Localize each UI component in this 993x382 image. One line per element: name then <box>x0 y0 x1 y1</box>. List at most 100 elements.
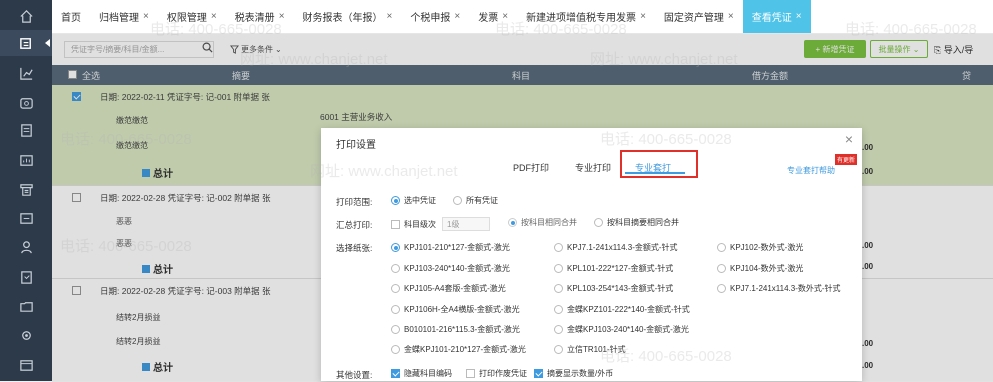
other-settings-label: 其他设置: <box>336 370 373 380</box>
paper-option[interactable]: KPL103-254*143-金额式-针式 <box>554 283 673 294</box>
paper-option[interactable]: KPJ101-210*127-金额式-激光 <box>391 242 510 253</box>
print-void-checkbox[interactable]: 打印作废凭证 <box>466 368 527 379</box>
sidebar-item-invoice[interactable] <box>0 205 52 231</box>
sidebar-item-print[interactable] <box>0 176 52 202</box>
sidebar-item-voucher[interactable] <box>0 30 52 56</box>
option-label: B010101-216*115.3-金额式-激光 <box>404 325 520 334</box>
tab-close-icon[interactable]: × <box>143 11 149 22</box>
tab-close-icon[interactable]: × <box>640 11 646 22</box>
sidebar-item-wallet[interactable] <box>0 89 52 115</box>
sidebar-item-document[interactable] <box>0 264 52 290</box>
home-icon <box>19 9 33 23</box>
tab-fixed-assets[interactable]: 固定资产管理 × <box>655 0 743 33</box>
range-label: 打印范围: <box>336 197 373 207</box>
tab-label: 财务报表（年报） <box>302 13 383 24</box>
option-label: KPJ103-240*140-金额式-激光 <box>404 264 510 273</box>
sidebar-item-ledger[interactable] <box>0 117 52 143</box>
tab-home[interactable]: 首页 <box>52 0 90 33</box>
checkbox-icon <box>466 369 475 378</box>
dialog-title: 打印设置 <box>336 140 376 151</box>
paper-option[interactable]: KPJ7.1-241x114.3-数外式-针式 <box>717 283 841 294</box>
tab-archive[interactable]: 归档管理 × <box>90 0 158 33</box>
sidebar-item-settings[interactable] <box>0 322 52 348</box>
paper-option[interactable]: KPL101-222*127-金额式-针式 <box>554 263 673 274</box>
option-label: 隐藏科目编码 <box>404 369 452 378</box>
wallet-icon <box>19 97 33 109</box>
paper-option[interactable]: KPJ106H-全A4横版-金额式-激光 <box>391 304 520 315</box>
tab-pro-print[interactable]: 专业打印 <box>575 161 611 174</box>
gear-icon <box>21 330 31 340</box>
tab-label: 个税申报 <box>410 13 451 24</box>
radio-icon <box>554 325 563 334</box>
tab-view-voucher[interactable]: 查看凭证 × <box>742 0 811 33</box>
paper-option[interactable]: 金蝶KPJ103-240*140-金额式-激光 <box>554 324 689 335</box>
sidebar-item-chart[interactable] <box>0 60 52 86</box>
option-label: KPJ104-数外式-激光 <box>730 264 804 273</box>
sidebar-item-box[interactable] <box>0 352 52 378</box>
option-label: 金蝶KPJ101-210*127-金额式-激光 <box>404 345 526 354</box>
paper-option[interactable]: 立信TR101-针式 <box>554 344 626 355</box>
radio-merge-subject[interactable]: 按科目相同合并 <box>508 217 577 228</box>
paper-option[interactable]: KPJ102-数外式-激光 <box>717 242 803 253</box>
print-settings-dialog: 打印设置 × PDF打印 专业打印 专业套打 专业套打帮助 有更新 打印范围: … <box>321 128 862 381</box>
radio-merge-subject-summary[interactable]: 按科目摘要相同合并 <box>594 217 679 228</box>
radio-icon <box>391 305 400 314</box>
tab-tax-list[interactable]: 税表清册 × <box>226 0 294 33</box>
paper-option[interactable]: KPJ104-数外式-激光 <box>717 263 803 274</box>
tab-financial-report[interactable]: 财务报表（年报） × <box>294 0 402 33</box>
option-label: KPJ7.1-241x114.3-数外式-针式 <box>730 284 841 293</box>
tab-close-icon[interactable]: × <box>279 11 285 22</box>
radio-icon <box>391 345 400 354</box>
sidebar <box>0 0 52 381</box>
tab-close-icon[interactable]: × <box>211 11 217 22</box>
radio-icon <box>717 264 726 273</box>
tab-close-icon[interactable]: × <box>728 11 734 22</box>
paper-option[interactable]: 金蝶KPJ101-210*127-金额式-激光 <box>391 344 526 355</box>
subject-level-checkbox[interactable]: 科目级次 1级 <box>391 217 490 231</box>
tab-label: 归档管理 <box>99 13 139 24</box>
option-label: 金蝶KPZ101-222*140-金额式-针式 <box>567 305 690 314</box>
tab-close-icon[interactable]: × <box>502 11 508 22</box>
tab-label: 查看凭证 <box>751 13 792 24</box>
sidebar-item-folder[interactable] <box>0 293 52 319</box>
radio-all-voucher[interactable]: 所有凭证 <box>453 195 498 206</box>
tab-label: 首页 <box>61 13 81 24</box>
tab-pdf-print[interactable]: PDF打印 <box>513 161 549 174</box>
option-label: KPJ106H-全A4横版-金额式-激光 <box>404 305 520 314</box>
sidebar-item-home[interactable] <box>0 3 52 29</box>
document-icon <box>20 270 32 284</box>
radio-icon <box>391 196 400 205</box>
tab-close-icon[interactable]: × <box>387 11 393 22</box>
close-icon[interactable]: × <box>845 131 853 147</box>
radio-icon <box>391 264 400 273</box>
radio-icon <box>391 243 400 252</box>
invoice-icon <box>19 212 33 224</box>
hide-subject-code-checkbox[interactable]: 隐藏科目编码 <box>391 368 452 379</box>
paper-option[interactable]: B010101-216*115.3-金额式-激光 <box>391 324 520 335</box>
tab-close-icon[interactable]: × <box>796 11 802 22</box>
option-label: KPJ7.1-241x114.3-金额式-针式 <box>567 243 678 252</box>
paper-option[interactable]: KPJ103-240*140-金额式-激光 <box>391 263 510 274</box>
radio-icon <box>594 218 603 227</box>
tab-income-tax[interactable]: 个税申报 × <box>401 0 469 33</box>
box-icon <box>19 359 33 371</box>
tab-new-vat-invoice[interactable]: 新建进项增值税专用发票 × <box>517 0 655 33</box>
radio-selected-voucher[interactable]: 选中凭证 <box>391 195 436 206</box>
paper-option[interactable]: KPJ105-A4套版-金额式-激光 <box>391 283 506 294</box>
show-quantity-checkbox[interactable]: 摘要显示数量/外币 <box>534 368 613 379</box>
sidebar-item-people[interactable] <box>0 234 52 260</box>
tab-label: 税表清册 <box>234 13 275 24</box>
tab-label: 权限管理 <box>166 13 207 24</box>
option-label: 选中凭证 <box>404 196 436 205</box>
checkbox-icon <box>534 369 543 378</box>
tab-permissions[interactable]: 权限管理 × <box>158 0 226 33</box>
help-link[interactable]: 专业套打帮助 <box>787 165 835 176</box>
radio-icon <box>554 243 563 252</box>
sidebar-item-report[interactable] <box>0 147 52 173</box>
paper-option[interactable]: KPJ7.1-241x114.3-金额式-针式 <box>554 242 678 253</box>
level-select[interactable]: 1级 <box>442 217 490 231</box>
paper-option[interactable]: 金蝶KPZ101-222*140-金额式-针式 <box>554 304 690 315</box>
tab-close-icon[interactable]: × <box>454 11 460 22</box>
tab-invoice[interactable]: 发票 × <box>469 0 517 33</box>
option-label: 摘要显示数量/外币 <box>547 369 614 378</box>
